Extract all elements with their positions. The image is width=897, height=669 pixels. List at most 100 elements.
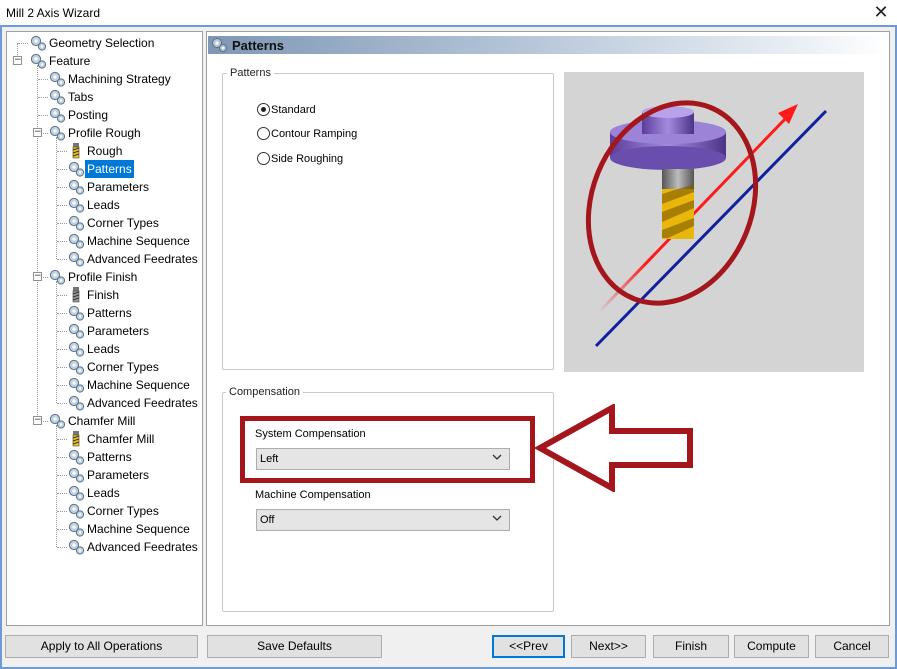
tree-item-label: Machine Sequence: [87, 234, 190, 248]
machine-compensation-label: Machine Compensation: [255, 489, 371, 501]
tree-item-rough[interactable]: Rough: [7, 142, 202, 160]
tree-item-machine-sequence[interactable]: Machine Sequence: [7, 232, 202, 250]
tree-item-label: Patterns: [87, 306, 132, 320]
gear-icon: [48, 413, 66, 429]
tree-item-parameters[interactable]: Parameters: [7, 322, 202, 340]
tree-item-label: Patterns: [87, 450, 132, 464]
tree-item-leads[interactable]: Leads: [7, 196, 202, 214]
tree-item-advanced-feedrates[interactable]: Advanced Feedrates: [7, 394, 202, 412]
apply-to-all-operations-button[interactable]: Apply to All Operations: [5, 635, 198, 658]
tree-item-machining-strategy[interactable]: Machining Strategy: [7, 70, 202, 88]
end-mill-icon: [67, 431, 85, 447]
next-button[interactable]: Next>>: [571, 635, 646, 658]
tree-item-patterns[interactable]: Patterns: [7, 304, 202, 322]
tree-item-advanced-feedrates[interactable]: Advanced Feedrates: [7, 538, 202, 556]
gear-icon: [67, 521, 85, 537]
tree-item-leads[interactable]: Leads: [7, 340, 202, 358]
tree-item-corner-types[interactable]: Corner Types: [7, 358, 202, 376]
tree-item-feature[interactable]: − Feature: [7, 52, 202, 70]
compute-button[interactable]: Compute: [734, 635, 809, 658]
tree-item-label: Advanced Feedrates: [87, 396, 198, 410]
machine-compensation-select[interactable]: Off: [256, 509, 510, 531]
tree-item-label: Chamfer Mill: [68, 414, 136, 428]
tree-item-label: Finish: [87, 288, 120, 302]
tree-item-tabs[interactable]: Tabs: [7, 88, 202, 106]
tree-item-parameters[interactable]: Parameters: [7, 178, 202, 196]
tree-item-label: Corner Types: [87, 360, 159, 374]
gear-icon: [67, 323, 85, 339]
gear-icon: [48, 107, 66, 123]
end-mill-icon: [67, 287, 85, 303]
patterns-group: [222, 73, 554, 370]
tree-item-patterns[interactable]: Patterns: [7, 160, 202, 178]
radio-contour-ramping[interactable]: [257, 127, 270, 140]
window-title: Mill 2 Axis Wizard: [6, 6, 101, 20]
tree-item-chamfer-mill[interactable]: − Chamfer Mill: [7, 412, 202, 430]
tree-item-label: Chamfer Mill: [87, 432, 155, 446]
gear-icon: [67, 161, 85, 177]
gear-icon: [67, 233, 85, 249]
tree-item-corner-types[interactable]: Corner Types: [7, 214, 202, 232]
gear-icon: [67, 503, 85, 519]
radio-side-roughing[interactable]: [257, 152, 270, 165]
operation-tree[interactable]: Geometry Selection − Feature Machining Stra…: [6, 31, 203, 626]
panel-title: Patterns: [232, 38, 285, 53]
tree-item-machine-sequence[interactable]: Machine Sequence: [7, 520, 202, 538]
title-bar: [0, 0, 897, 25]
gear-icon: [67, 197, 85, 213]
compensation-group-label: Compensation: [226, 386, 303, 398]
tree-item-profile-rough[interactable]: − Profile Rough: [7, 124, 202, 142]
radio-contour-ramping-label[interactable]: Contour Ramping: [271, 128, 357, 140]
cancel-button[interactable]: Cancel: [815, 635, 889, 658]
pattern-preview-image: [564, 72, 864, 372]
radio-standard-label[interactable]: Standard: [271, 104, 316, 116]
tree-item-advanced-feedrates[interactable]: Advanced Feedrates: [7, 250, 202, 268]
tree-item-chamfer-mill[interactable]: Chamfer Mill: [7, 430, 202, 448]
tree-item-label: Corner Types: [87, 216, 159, 230]
finish-button[interactable]: Finish: [653, 635, 729, 658]
tree-item-geometry-selection[interactable]: Geometry Selection: [7, 34, 202, 52]
tree-item-parameters[interactable]: Parameters: [7, 466, 202, 484]
collapse-icon[interactable]: −: [33, 416, 42, 425]
gear-icon: [67, 251, 85, 267]
close-icon[interactable]: ✕: [870, 2, 892, 22]
gear-icon: [67, 377, 85, 393]
gear-icon: [48, 269, 66, 285]
tree-item-label: Parameters: [87, 468, 150, 482]
chevron-down-icon: [492, 515, 502, 521]
tree-item-label: Parameters: [87, 324, 150, 338]
gear-icon: [67, 215, 85, 231]
collapse-icon[interactable]: −: [33, 272, 42, 281]
gear-icon: [67, 539, 85, 555]
tree-item-profile-finish[interactable]: − Profile Finish: [7, 268, 202, 286]
gear-icon: [212, 38, 227, 52]
tree-item-label: Rough: [87, 144, 123, 158]
collapse-icon[interactable]: −: [33, 128, 42, 137]
radio-standard[interactable]: [257, 103, 270, 116]
tree-item-label: Profile Finish: [68, 270, 138, 284]
tree-item-label: Tabs: [68, 90, 94, 104]
gear-icon: [67, 359, 85, 375]
highlight-box: [240, 416, 535, 483]
tree-item-label: Patterns: [85, 160, 134, 178]
save-defaults-button[interactable]: Save Defaults: [207, 635, 382, 658]
gear-icon: [67, 395, 85, 411]
tree-item-leads[interactable]: Leads: [7, 484, 202, 502]
gear-icon: [67, 485, 85, 501]
gear-icon: [48, 71, 66, 87]
tree-item-label: Posting: [68, 108, 109, 122]
tree-item-label: Corner Types: [87, 504, 159, 518]
collapse-icon[interactable]: −: [13, 56, 22, 65]
tree-item-posting[interactable]: Posting: [7, 106, 202, 124]
gear-icon: [67, 467, 85, 483]
tree-item-corner-types[interactable]: Corner Types: [7, 502, 202, 520]
tree-item-finish[interactable]: Finish: [7, 286, 202, 304]
prev-button[interactable]: <<Prev: [492, 635, 565, 658]
radio-side-roughing-label[interactable]: Side Roughing: [271, 153, 343, 165]
tree-item-patterns[interactable]: Patterns: [7, 448, 202, 466]
panel-header-bar: [208, 36, 888, 54]
patterns-group-label: Patterns: [227, 67, 274, 79]
tree-item-label: Leads: [87, 486, 120, 500]
gear-icon: [48, 125, 66, 141]
tree-item-machine-sequence[interactable]: Machine Sequence: [7, 376, 202, 394]
